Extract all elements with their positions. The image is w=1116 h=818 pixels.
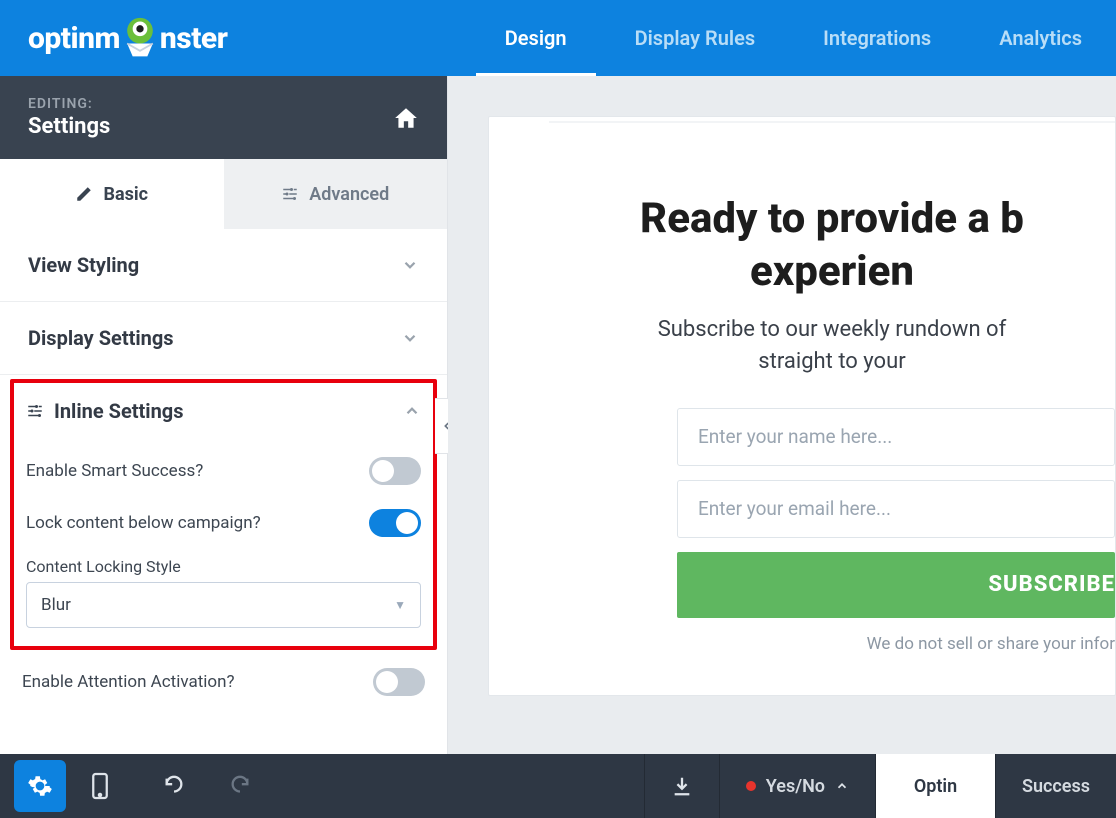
inline-settings-header[interactable]: Inline Settings xyxy=(14,383,433,437)
top-bar: optinm nster Design Display Rules Integr… xyxy=(0,0,1116,76)
attention-activation-toggle[interactable] xyxy=(373,668,425,696)
smart-success-label: Enable Smart Success? xyxy=(26,461,203,481)
section-inline-settings: Inline Settings Enable Smart Success? Lo… xyxy=(10,379,437,650)
inline-settings-body: Enable Smart Success? Lock content below… xyxy=(14,437,433,646)
history-controls xyxy=(120,766,294,806)
chevron-down-icon xyxy=(401,256,419,274)
email-input[interactable]: Enter your email here... xyxy=(677,480,1115,538)
logo: optinm nster xyxy=(0,16,255,60)
subscribe-label: SUBSCRIBE xyxy=(988,572,1115,597)
preview-sub1: Subscribe to our weekly rundown of xyxy=(658,317,1007,342)
tab-advanced-label: Advanced xyxy=(309,184,389,205)
editing-label: EDITING: xyxy=(28,96,110,112)
caret-down-icon: ▼ xyxy=(394,598,406,612)
tab-advanced[interactable]: Advanced xyxy=(224,159,448,229)
redo-button[interactable] xyxy=(220,766,260,806)
preview-subtitle: Subscribe to our weekly rundown of strai… xyxy=(549,314,1115,378)
field-lock-style: Content Locking Style Blur ▼ xyxy=(26,549,421,628)
preview-title-line2: experien xyxy=(750,247,914,296)
status-dot-icon xyxy=(746,781,756,791)
field-attention-activation: Enable Attention Activation? xyxy=(0,654,447,696)
side-tabs: Basic Advanced xyxy=(0,159,447,229)
view-optin-label: Optin xyxy=(914,776,957,797)
view-success-label: Success xyxy=(1022,776,1090,797)
lock-content-toggle[interactable] xyxy=(369,509,421,537)
section-view-styling-title: View Styling xyxy=(28,253,139,277)
name-input[interactable]: Enter your name here... xyxy=(677,408,1115,466)
mascot-icon xyxy=(118,16,162,60)
view-success[interactable]: Success xyxy=(995,754,1116,818)
tab-basic[interactable]: Basic xyxy=(0,159,224,229)
preview-divider xyxy=(549,121,1115,123)
redo-icon xyxy=(229,775,251,797)
sliders-icon xyxy=(26,402,44,420)
preview-sub2: straight to your xyxy=(758,349,905,374)
canvas: Ready to provide a b experien Subscribe … xyxy=(448,76,1116,754)
editing-title: Settings xyxy=(28,114,110,139)
bottom-bar: Yes/No Optin Success xyxy=(0,754,1116,818)
preview-card: Ready to provide a b experien Subscribe … xyxy=(488,116,1116,696)
nav-analytics[interactable]: Analytics xyxy=(965,0,1116,76)
nav-design[interactable]: Design xyxy=(471,0,601,76)
view-optin[interactable]: Optin xyxy=(875,754,995,818)
view-yesno[interactable]: Yes/No xyxy=(719,754,875,818)
section-display-settings-title: Display Settings xyxy=(28,326,174,350)
nav-integrations[interactable]: Integrations xyxy=(789,0,965,76)
view-yesno-label: Yes/No xyxy=(766,776,825,797)
chevron-up-icon xyxy=(403,402,421,420)
main: EDITING: Settings Basic Advanced View St… xyxy=(0,76,1116,754)
section-view-styling[interactable]: View Styling xyxy=(0,229,447,302)
undo-icon xyxy=(163,775,185,797)
sidebar: EDITING: Settings Basic Advanced View St… xyxy=(0,76,448,754)
preview-disclaimer: We do not sell or share your infor xyxy=(677,634,1115,654)
preview-title-line1: Ready to provide a b xyxy=(640,194,1024,243)
bottom-left-tools xyxy=(0,760,120,812)
sections: View Styling Display Settings Inline Set… xyxy=(0,229,447,754)
preview-form: Enter your name here... Enter your email… xyxy=(677,408,1115,654)
section-display-settings[interactable]: Display Settings xyxy=(0,302,447,375)
attention-activation-label: Enable Attention Activation? xyxy=(22,672,235,692)
gear-icon xyxy=(27,773,53,799)
undo-button[interactable] xyxy=(154,766,194,806)
import-button[interactable] xyxy=(644,754,719,818)
top-nav: Design Display Rules Integrations Analyt… xyxy=(471,0,1116,76)
lock-style-select[interactable]: Blur ▼ xyxy=(26,582,421,628)
sidebar-header: EDITING: Settings xyxy=(0,76,447,159)
mobile-icon xyxy=(91,772,109,800)
download-icon xyxy=(671,775,693,797)
chevron-up-icon xyxy=(835,779,849,793)
subscribe-button[interactable]: SUBSCRIBE xyxy=(677,552,1115,618)
mobile-preview-button[interactable] xyxy=(80,766,120,806)
field-lock-content: Lock content below campaign? xyxy=(26,497,421,549)
logo-text-post: nster xyxy=(160,21,227,56)
logo-text-pre: optinm xyxy=(28,21,120,56)
lock-style-value: Blur xyxy=(41,595,71,615)
home-icon[interactable] xyxy=(393,105,419,131)
smart-success-toggle[interactable] xyxy=(369,457,421,485)
nav-display-rules[interactable]: Display Rules xyxy=(601,0,790,76)
lock-style-label: Content Locking Style xyxy=(26,549,421,576)
field-smart-success: Enable Smart Success? xyxy=(26,445,421,497)
lock-content-label: Lock content below campaign? xyxy=(26,513,261,533)
tab-basic-label: Basic xyxy=(103,184,148,205)
bottom-views: Yes/No Optin Success xyxy=(644,754,1116,818)
chevron-down-icon xyxy=(401,329,419,347)
inline-settings-title: Inline Settings xyxy=(54,399,393,423)
preview-title: Ready to provide a b experien xyxy=(549,193,1115,298)
settings-button[interactable] xyxy=(14,760,66,812)
